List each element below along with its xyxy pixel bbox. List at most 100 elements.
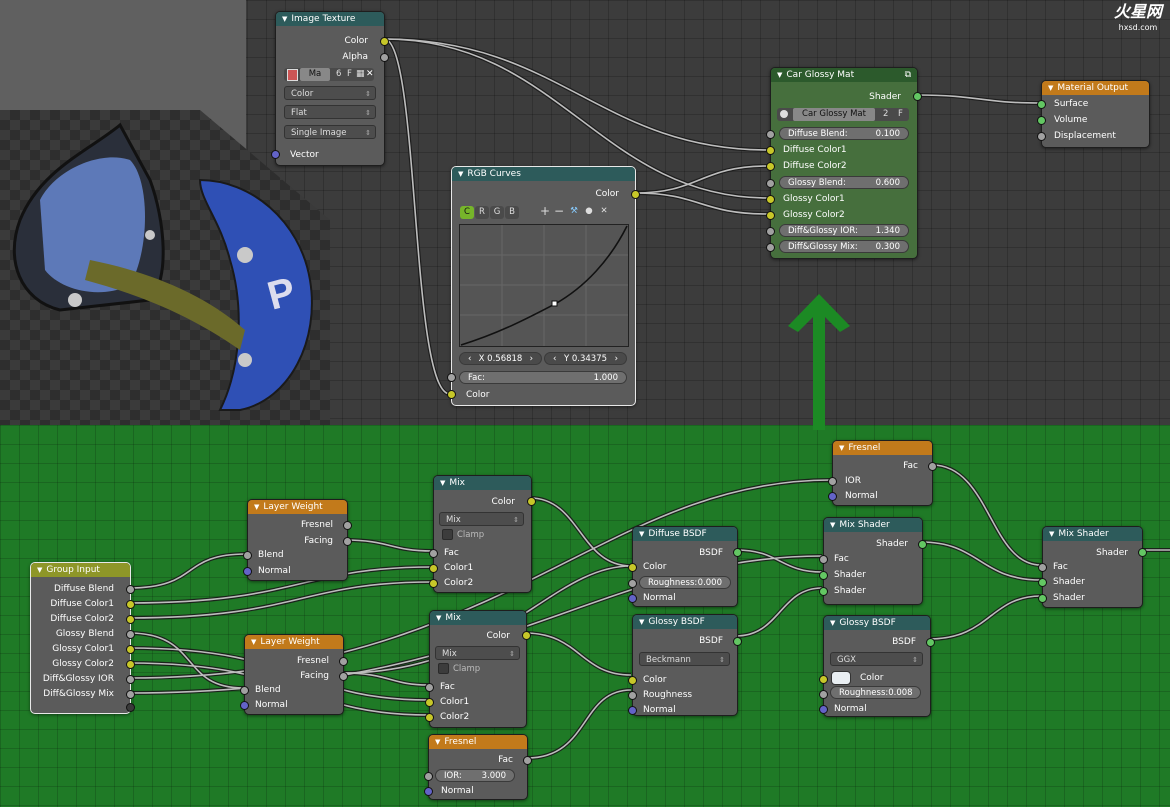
collapse-triangle-icon[interactable]: ▼	[282, 12, 287, 26]
input-socket[interactable]	[1038, 563, 1047, 572]
input-socket[interactable]	[766, 162, 775, 171]
glossy-bsdf-node[interactable]: ▼ Glossy BSDF BSDF Beckmann ⇕ Color Roughn…	[628, 614, 742, 716]
output-socket[interactable]	[918, 540, 927, 549]
image-selector[interactable]: Ma 6 F ▦ ✕	[284, 68, 374, 81]
rgb-curves-node[interactable]: ▼ RGB Curves Color C R G B + − ⚒ ● ✕ ‹ X 0…	[447, 166, 640, 406]
diffuse-blend-slider[interactable]: Diffuse Blend: 0.100	[779, 127, 909, 140]
input-socket[interactable]	[271, 150, 280, 159]
input-socket[interactable]	[766, 211, 775, 220]
collapse-triangle-icon[interactable]: ▼	[435, 735, 440, 749]
channel-tab-b[interactable]: B	[505, 206, 519, 219]
output-socket[interactable]	[126, 600, 135, 609]
input-socket[interactable]	[447, 373, 456, 382]
delete-point-icon[interactable]: ✕	[598, 205, 610, 218]
distribution-dropdown[interactable]: GGX ⇕	[830, 652, 923, 666]
input-socket[interactable]	[828, 492, 837, 501]
input-socket[interactable]	[766, 227, 775, 236]
input-socket[interactable]	[628, 594, 637, 603]
output-socket[interactable]	[339, 657, 348, 666]
input-socket[interactable]	[447, 390, 456, 399]
node-group-icon[interactable]: ⧉	[905, 68, 911, 82]
output-socket[interactable]	[733, 637, 742, 646]
collapse-triangle-icon[interactable]: ▼	[777, 68, 782, 82]
zoom-out-icon[interactable]: −	[553, 205, 565, 218]
input-socket[interactable]	[766, 195, 775, 204]
output-socket[interactable]	[523, 756, 532, 765]
empty-output-socket[interactable]	[126, 703, 135, 712]
input-socket[interactable]	[766, 130, 775, 139]
input-socket[interactable]	[819, 587, 828, 596]
input-socket[interactable]	[240, 701, 249, 710]
input-socket[interactable]	[1037, 132, 1046, 141]
input-socket[interactable]	[628, 691, 637, 700]
input-socket[interactable]	[429, 579, 438, 588]
projection-dropdown[interactable]: Flat ⇕	[284, 105, 376, 119]
input-socket[interactable]	[766, 179, 775, 188]
clamp-checkbox[interactable]: Clamp	[438, 663, 480, 674]
car-glossy-mat-group-node[interactable]: ▼ Car Glossy Mat ⧉ Shader Car Glossy Mat 2…	[766, 67, 922, 259]
ior-slider[interactable]: Diff&Glossy IOR: 1.340	[779, 224, 909, 237]
input-socket[interactable]	[819, 555, 828, 564]
image-texture-node[interactable]: ▼ Image Texture Color Alpha Ma 6 F ▦ ✕ Co…	[271, 11, 389, 166]
color-space-dropdown[interactable]: Color ⇕	[284, 86, 376, 100]
input-socket[interactable]	[766, 243, 775, 252]
output-socket[interactable]	[522, 631, 531, 640]
output-socket[interactable]	[126, 615, 135, 624]
y-coordinate-field[interactable]: ‹ Y 0.34375 ›	[544, 352, 627, 365]
input-socket[interactable]	[819, 690, 828, 699]
output-socket[interactable]	[1138, 548, 1147, 557]
collapse-triangle-icon[interactable]: ▼	[639, 615, 644, 629]
blend-type-dropdown[interactable]: Mix ⇕	[435, 646, 520, 660]
input-socket[interactable]	[819, 705, 828, 714]
ior-slider[interactable]: IOR: 3.000	[435, 769, 515, 782]
input-socket[interactable]	[1038, 594, 1047, 603]
input-socket[interactable]	[1037, 116, 1046, 125]
input-socket[interactable]	[628, 563, 637, 572]
open-image-icon[interactable]: ▦	[356, 69, 365, 79]
mix-rgb-node[interactable]: ▼ Mix Color Mix ⇕ Clamp Fac Color1 Color2	[429, 475, 536, 593]
collapse-triangle-icon[interactable]: ▼	[37, 563, 42, 577]
collapse-triangle-icon[interactable]: ▼	[254, 500, 259, 514]
mix-slider[interactable]: Diff&Glossy Mix: 0.300	[779, 240, 909, 253]
input-socket[interactable]	[1037, 100, 1046, 109]
output-socket[interactable]	[380, 37, 389, 46]
close-icon[interactable]: ✕	[366, 68, 374, 81]
output-socket[interactable]	[126, 585, 135, 594]
material-output-node[interactable]: ▼ Material Output Surface Volume Displace…	[1037, 80, 1150, 148]
output-socket[interactable]	[126, 690, 135, 699]
collapse-triangle-icon[interactable]: ▼	[839, 441, 844, 455]
input-socket[interactable]	[766, 146, 775, 155]
output-socket[interactable]	[913, 92, 922, 101]
input-socket[interactable]	[628, 706, 637, 715]
mix-shader-node[interactable]: ▼ Mix Shader Shader Fac Shader Shader	[819, 517, 927, 605]
collapse-triangle-icon[interactable]: ▼	[830, 616, 835, 630]
clip-icon[interactable]: ●	[583, 205, 595, 218]
output-socket[interactable]	[126, 645, 135, 654]
output-socket[interactable]	[126, 660, 135, 669]
input-socket[interactable]	[243, 567, 252, 576]
input-socket[interactable]	[628, 676, 637, 685]
input-socket[interactable]	[424, 787, 433, 796]
output-socket[interactable]	[339, 672, 348, 681]
diffuse-bsdf-node[interactable]: ▼ Diffuse BSDF BSDF Color Roughness: 0.000…	[628, 526, 742, 607]
blend-type-dropdown[interactable]: Mix ⇕	[439, 512, 524, 526]
input-socket[interactable]	[429, 564, 438, 573]
roughness-slider[interactable]: Roughness: 0.008	[830, 686, 921, 699]
collapse-triangle-icon[interactable]: ▼	[440, 476, 445, 490]
collapse-triangle-icon[interactable]: ▼	[458, 167, 463, 181]
output-socket[interactable]	[343, 521, 352, 530]
input-socket[interactable]	[240, 686, 249, 695]
glossy-bsdf-node[interactable]: ▼ Glossy BSDF BSDF GGX ⇕ Color Roughness: 0…	[819, 615, 935, 717]
glossy-blend-slider[interactable]: Glossy Blend: 0.600	[779, 176, 909, 189]
output-socket[interactable]	[343, 537, 352, 546]
mix-rgb-node[interactable]: ▼ Mix Color Mix ⇕ Clamp Fac Color1 Color2	[425, 610, 531, 728]
output-socket[interactable]	[126, 630, 135, 639]
layer-weight-node[interactable]: ▼ Layer Weight Fresnel Facing Blend Norma…	[240, 634, 348, 715]
layer-weight-node[interactable]: ▼ Layer Weight Fresnel Facing Blend Norma…	[243, 499, 352, 581]
node-editor[interactable]: P 火星网 hxsd.com ▼ Image Texture Color Alp…	[0, 0, 1170, 807]
input-socket[interactable]	[424, 772, 433, 781]
input-socket[interactable]	[828, 477, 837, 486]
input-socket[interactable]	[425, 683, 434, 692]
zoom-in-icon[interactable]: +	[539, 205, 551, 218]
color-swatch[interactable]	[831, 671, 851, 685]
